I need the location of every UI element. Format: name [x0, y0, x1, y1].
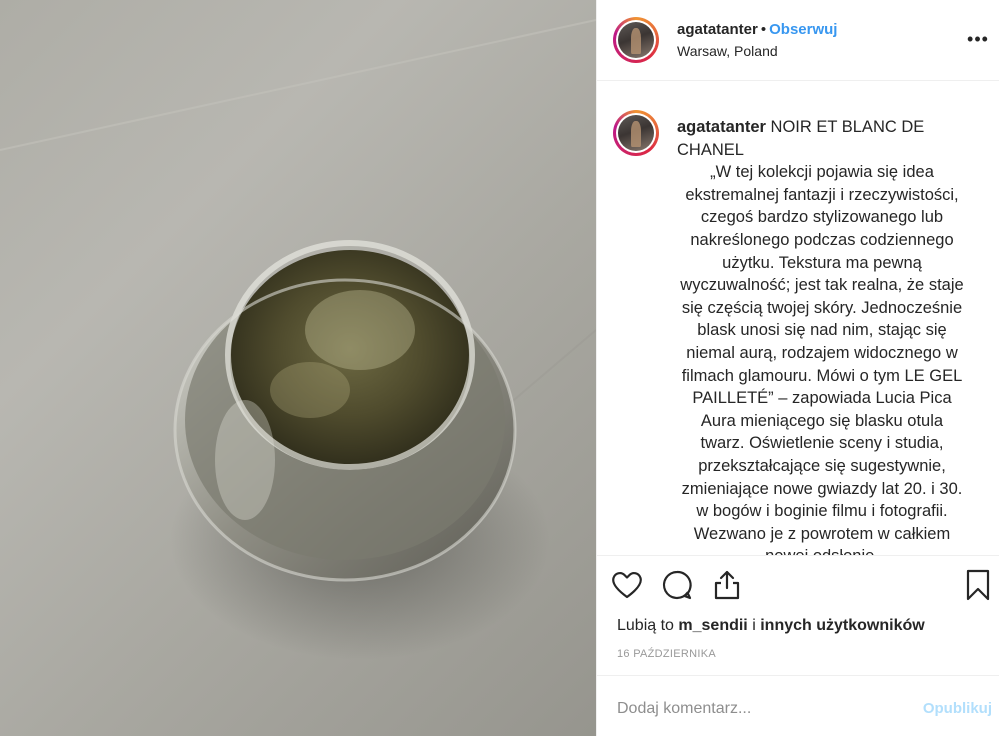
- likes-summary: Lubią to m_sendii i innych użytkowników: [617, 617, 925, 635]
- gel-jar-image: [0, 19, 596, 660]
- comment-bar: Opublikuj: [597, 675, 999, 736]
- share-icon[interactable]: [710, 568, 744, 602]
- separator-dot: •: [760, 21, 767, 38]
- more-options-icon[interactable]: •••: [966, 27, 990, 51]
- avatar[interactable]: [613, 17, 659, 63]
- heart-icon[interactable]: [610, 568, 644, 602]
- follow-button[interactable]: Obserwuj: [769, 21, 837, 38]
- comment-icon[interactable]: [660, 568, 694, 602]
- post-header: agatatanter • Obserwuj Warsaw, Poland •••: [597, 0, 999, 81]
- instagram-post: agatatanter • Obserwuj Warsaw, Poland ••• …: [0, 0, 999, 736]
- bookmark-icon[interactable]: [961, 568, 995, 602]
- action-bar: [597, 568, 999, 608]
- likes-prefix: Lubią to: [617, 617, 674, 634]
- publish-button[interactable]: Opublikuj: [923, 700, 992, 717]
- likes-user-link[interactable]: m_sendii: [678, 617, 747, 634]
- post-date[interactable]: 16 PAŹDZIERNIKA: [617, 648, 716, 660]
- post-sidebar: agatatanter • Obserwuj Warsaw, Poland ••• …: [596, 0, 999, 736]
- header-username[interactable]: agatatanter: [677, 21, 758, 38]
- location-link[interactable]: Warsaw, Poland: [677, 43, 778, 59]
- likes-conjunction: i: [752, 617, 756, 634]
- caption-body: „W tej kolekcji pojawia się idea ekstrem…: [680, 163, 964, 555]
- post-photo[interactable]: [0, 0, 596, 736]
- likes-others-link[interactable]: innych użytkowników: [760, 617, 924, 634]
- caption-text: agatatanter NOIR ET BLANC DE CHANEL „W t…: [677, 116, 967, 555]
- caption-area: agatatanter NOIR ET BLANC DE CHANEL „W t…: [597, 82, 999, 556]
- caption-avatar-photo: [618, 115, 654, 151]
- avatar-photo: [618, 22, 654, 58]
- caption-avatar[interactable]: [613, 110, 659, 156]
- header-name-row: agatatanter • Obserwuj: [677, 21, 837, 38]
- caption-username[interactable]: agatatanter: [677, 118, 766, 136]
- comment-input[interactable]: [617, 698, 917, 720]
